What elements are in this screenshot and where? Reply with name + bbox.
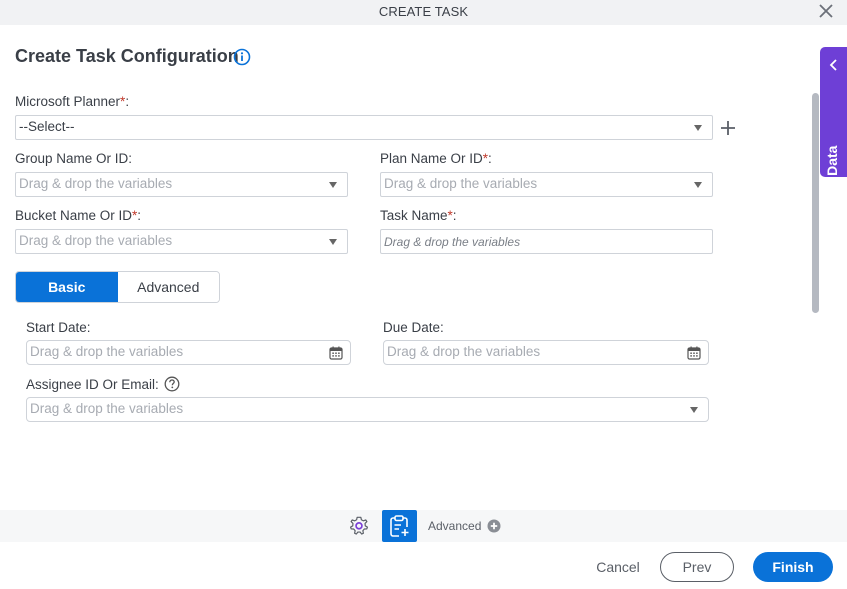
calendar-icon[interactable] — [329, 346, 343, 360]
bottom-toolbar — [0, 510, 847, 542]
label-text: Plan Name Or ID — [380, 151, 483, 166]
title-bar: CREATE TASK — [0, 0, 847, 25]
finish-button[interactable]: Finish — [753, 552, 833, 582]
tab-advanced[interactable]: Advanced — [117, 272, 219, 302]
group-name-label: Group Name Or ID: — [15, 151, 133, 166]
add-connection-plus-icon[interactable] — [719, 119, 737, 137]
bucket-name-input[interactable]: Drag & drop the variables — [15, 229, 348, 254]
dropdown-arrow-icon — [329, 239, 337, 245]
tab-basic[interactable]: Basic — [16, 272, 118, 302]
assignee-label: Assignee ID Or Email: — [26, 377, 159, 392]
clipboard-add-icon — [390, 515, 409, 537]
group-name-input[interactable]: Drag & drop the variables — [15, 172, 348, 197]
task-list-add-button[interactable] — [382, 510, 417, 542]
plan-name-input[interactable]: Drag & drop the variables — [380, 172, 713, 197]
bucket-name-label: Bucket Name Or ID*: — [15, 208, 141, 223]
microsoft-planner-select[interactable]: --Select-- — [15, 115, 713, 140]
dropdown-arrow-icon — [694, 125, 702, 131]
label-colon: : — [137, 208, 142, 223]
task-name-input[interactable]: Drag & drop the variables — [380, 229, 713, 254]
assignee-input[interactable]: Drag & drop the variables — [26, 397, 709, 422]
calendar-icon[interactable] — [687, 346, 701, 360]
placeholder-text: Drag & drop the variables — [30, 401, 184, 416]
placeholder-text: Drag & drop the variables — [384, 176, 538, 191]
microsoft-planner-label: Microsoft Planner*: — [15, 94, 129, 109]
placeholder-text: Drag & drop the variables — [384, 235, 521, 249]
task-name-label: Task Name*: — [380, 208, 457, 223]
placeholder-text: Drag & drop the variables — [19, 233, 173, 248]
close-icon[interactable] — [817, 2, 835, 20]
prev-button[interactable]: Prev — [660, 552, 734, 582]
dropdown-arrow-icon — [694, 182, 702, 188]
basic-advanced-toggle: Basic Advanced — [15, 271, 220, 303]
plan-name-label: Plan Name Or ID*: — [380, 151, 492, 166]
label-text: Task Name — [380, 208, 448, 223]
label-colon: : — [488, 151, 492, 166]
label-colon: : — [452, 208, 457, 223]
dropdown-arrow-icon — [690, 407, 698, 413]
info-icon[interactable] — [233, 48, 251, 66]
page-title: Create Task Configuration — [15, 46, 239, 66]
label-text: Bucket Name Or ID — [15, 208, 133, 223]
advanced-link[interactable]: Advanced — [428, 519, 481, 533]
label-colon: : — [125, 94, 130, 109]
dropdown-arrow-icon — [329, 182, 337, 188]
vertical-scrollbar[interactable] — [812, 93, 819, 313]
due-date-label: Due Date: — [383, 320, 444, 335]
placeholder-text: Drag & drop the variables — [19, 176, 173, 191]
due-date-input[interactable]: Drag & drop the variables — [383, 340, 709, 365]
placeholder-text: Drag & drop the variables — [30, 344, 184, 359]
start-date-input[interactable]: Drag & drop the variables — [26, 340, 351, 365]
window-title: CREATE TASK — [378, 4, 469, 19]
plus-circle-icon[interactable] — [487, 519, 501, 533]
app-data-label: App Data — [824, 145, 840, 207]
start-date-label: Start Date: — [26, 320, 91, 335]
select-value: --Select-- — [19, 119, 75, 134]
app-data-panel-tab[interactable]: App Data — [820, 47, 847, 207]
label-text: Microsoft Planner — [15, 94, 121, 109]
chevron-left-icon — [829, 59, 837, 71]
help-icon[interactable] — [164, 376, 180, 392]
gear-icon[interactable] — [348, 515, 370, 537]
cancel-button[interactable]: Cancel — [590, 552, 646, 582]
placeholder-text: Drag & drop the variables — [387, 344, 541, 359]
